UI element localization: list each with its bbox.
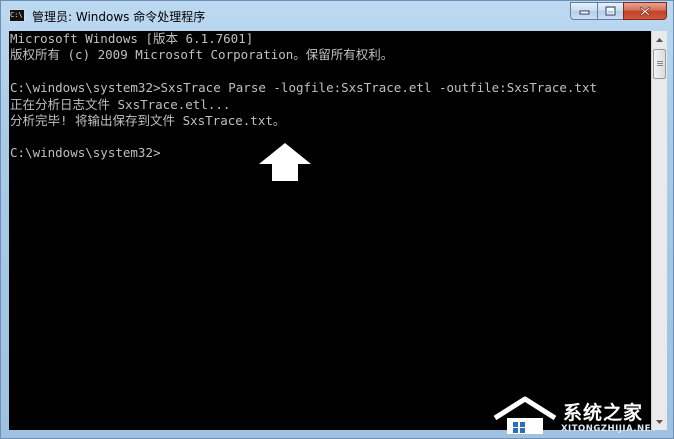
up-arrow-icon <box>259 143 311 181</box>
console-line-5: 正在分析日志文件 SxsTrace.etl... <box>10 97 231 112</box>
console-line-8: C:\windows\system32> <box>10 145 161 160</box>
scroll-thumb[interactable] <box>653 49 666 79</box>
title-bar[interactable]: C:\. 管理员: Windows 命令处理程序 <box>1 1 673 31</box>
console-output[interactable]: Microsoft Windows [版本 6.1.7601] 版权所有 (c)… <box>9 31 651 430</box>
cmd-app-icon[interactable]: C:\. <box>9 9 27 22</box>
maximize-button[interactable] <box>597 2 623 20</box>
watermark: 系统之家 XITONGZHIJIA.NET <box>491 396 671 436</box>
vertical-scrollbar[interactable] <box>651 31 667 430</box>
cmd-window: C:\. 管理员: Windows 命令处理程序 Microsoft Windo… <box>0 0 674 439</box>
window-title: 管理员: Windows 命令处理程序 <box>32 10 206 24</box>
console-line-1: Microsoft Windows [版本 6.1.7601] <box>10 31 254 46</box>
console-line-2: 版权所有 (c) 2009 Microsoft Corporation。保留所有… <box>10 47 394 62</box>
caption-buttons <box>570 2 667 21</box>
house-logo-icon <box>493 396 557 434</box>
watermark-brand: 系统之家 <box>563 402 644 424</box>
scroll-up-icon <box>656 37 663 42</box>
console-line-4: C:\windows\system32>SxsTrace Parse -logf… <box>10 80 597 95</box>
close-icon <box>639 6 651 16</box>
scroll-up-button[interactable] <box>652 31 667 48</box>
minimize-button[interactable] <box>570 2 597 20</box>
watermark-url: XITONGZHIJIA.NET <box>561 424 658 434</box>
console-line-6: 分析完毕! 将输出保存到文件 SxsTrace.txt。 <box>10 113 286 128</box>
maximize-icon <box>605 6 616 16</box>
minimize-icon <box>579 10 589 15</box>
close-button[interactable] <box>623 2 667 20</box>
